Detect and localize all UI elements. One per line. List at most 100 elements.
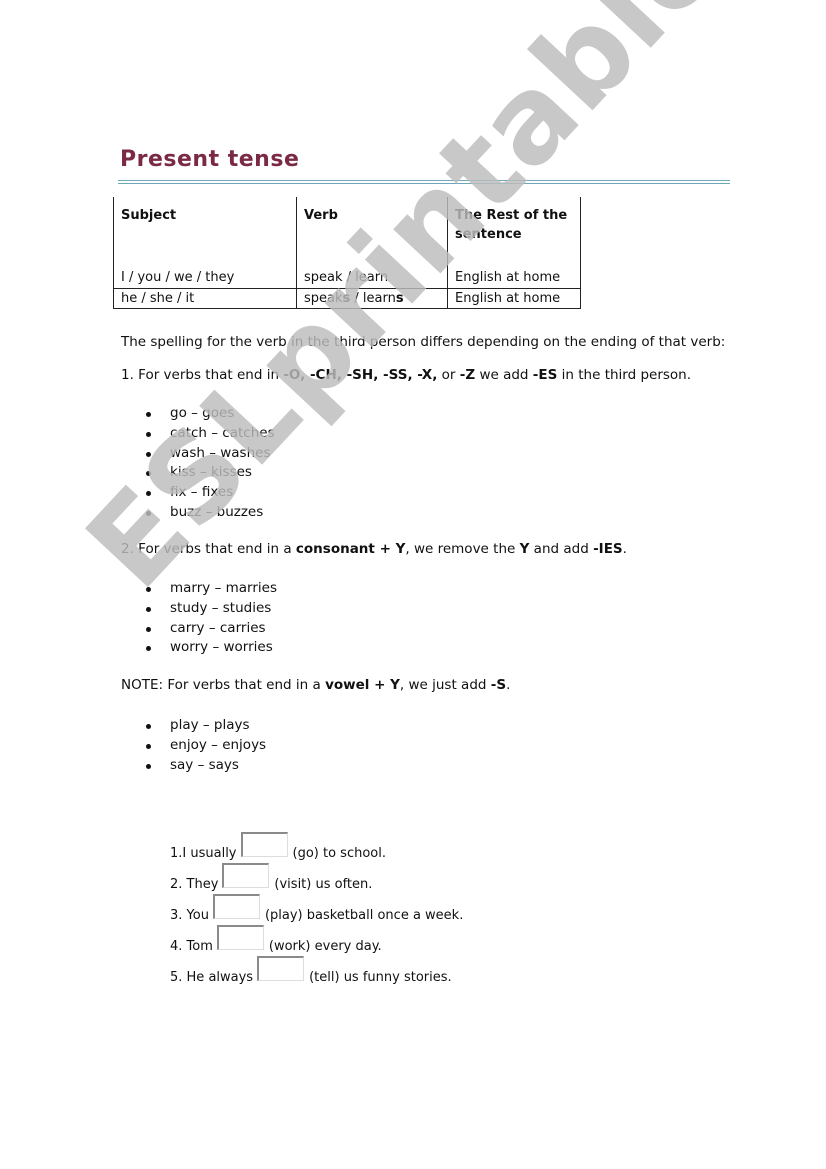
verb-stem: speak — [304, 291, 343, 306]
worksheet-page: Present tense Subject Verb The Rest of t… — [0, 0, 826, 1169]
answer-input[interactable] — [240, 832, 288, 857]
cell-rest: English at home — [447, 268, 581, 289]
list-item: carry – carries — [144, 619, 277, 639]
rule-text: or — [437, 367, 460, 383]
answer-input[interactable] — [216, 925, 264, 950]
cell-subject: I / you / we / they — [113, 268, 297, 289]
list-item: study – studies — [144, 599, 277, 619]
list-item: catch – catches — [144, 424, 275, 444]
list-item: buzz – buzzes — [144, 503, 275, 523]
rule-text: . — [622, 541, 627, 557]
list-item: kiss – kisses — [144, 463, 275, 483]
exercise-hint: (play) basketball once a week. — [264, 908, 464, 923]
exercise-item: 2. They (visit) us often. — [170, 863, 373, 892]
rule-endings: -Z — [459, 367, 476, 383]
header-subject: Subject — [113, 197, 297, 268]
example-text: marry – marries — [170, 580, 277, 596]
example-text: carry – carries — [170, 619, 266, 636]
example-text: enjoy – enjoys — [170, 736, 267, 753]
example-text: fix – fixes — [170, 484, 234, 501]
bullet-icon — [146, 471, 151, 477]
example-text: go – goes — [170, 405, 235, 421]
header-verb: Verb — [296, 197, 448, 268]
note: NOTE: For verbs that end in a vowel + Y,… — [121, 677, 510, 693]
rule-2: 2. For verbs that end in a consonant + Y… — [121, 541, 627, 557]
rule-suffix: -S — [490, 677, 507, 693]
rule-letter: Y — [519, 541, 530, 557]
rule-condition: consonant + Y — [295, 541, 406, 557]
example-text: buzz – buzzes — [170, 503, 264, 520]
cell-subject: he / she / it — [113, 288, 297, 309]
note-examples: play – plays enjoy – enjoys say – says — [144, 716, 266, 775]
list-item: say – says — [144, 756, 266, 776]
exercise-prompt: 3. You — [170, 908, 209, 923]
table-header-row: Subject Verb The Rest of the sentence — [113, 197, 581, 268]
bullet-icon — [146, 606, 151, 612]
list-item: worry – worries — [144, 638, 277, 658]
bullet-icon — [146, 451, 151, 457]
exercise-item: 5. He always (tell) us funny stories. — [170, 956, 452, 985]
exercise-prompt: 5. He always — [170, 970, 254, 985]
list-item: enjoy – enjoys — [144, 736, 266, 756]
rule-text: For verbs that end in a — [163, 677, 326, 693]
rule-condition: vowel + Y — [325, 677, 400, 693]
page-title: Present tense — [120, 147, 300, 172]
exercise-hint: (work) every day. — [268, 939, 382, 954]
table-row: he / she / it speaks / learns English at… — [113, 288, 581, 309]
example-text: kiss – kisses — [170, 464, 252, 481]
rule-text: . — [506, 677, 511, 693]
example-text: wash – washes — [170, 444, 271, 461]
rule-suffix: -IES — [593, 541, 623, 557]
rule-2-examples: marry – marries study – studies carry – … — [144, 579, 277, 658]
example-text: catch – catches — [170, 424, 275, 441]
list-item: play – plays — [144, 716, 266, 736]
rule-suffix: -ES — [532, 367, 558, 383]
list-item: wash – washes — [144, 444, 275, 464]
example-text: study – studies — [170, 599, 272, 616]
header-rest: The Rest of the sentence — [447, 197, 581, 268]
bullet-icon — [146, 626, 151, 632]
exercise-item: 1.I usually (go) to school. — [170, 832, 386, 861]
worksheet-content: Present tense Subject Verb The Rest of t… — [0, 0, 826, 1169]
rule-text: in the third person. — [557, 367, 692, 383]
example-text: worry – worries — [170, 639, 273, 656]
answer-input[interactable] — [212, 894, 260, 919]
exercise-hint: (tell) us funny stories. — [309, 970, 452, 985]
rule-text: we add — [475, 367, 533, 383]
cell-verb: speaks / learns — [296, 288, 448, 309]
exercise-prompt: 4. Tom — [170, 939, 213, 954]
title-underline — [118, 180, 730, 184]
bullet-icon — [146, 724, 151, 729]
verb-stem: / learn — [350, 291, 396, 306]
exercise-item: 4. Tom (work) every day. — [170, 925, 382, 954]
intro-text: The spelling for the verb in the third p… — [121, 334, 726, 350]
rule-text: , we just add — [399, 677, 491, 693]
bullet-icon — [146, 491, 151, 497]
rule-text: and add — [529, 541, 594, 557]
bullet-icon — [146, 743, 151, 749]
cell-verb: speak / learn — [296, 268, 448, 289]
bullet-icon — [146, 431, 151, 437]
bullet-icon — [146, 763, 151, 769]
rule-endings: -O, -CH, -SH, -SS, -X, — [283, 367, 438, 383]
answer-input[interactable] — [257, 956, 305, 981]
exercise-prompt: 1.I usually — [170, 846, 237, 861]
grammar-table: Subject Verb The Rest of the sentence I … — [113, 197, 581, 309]
answer-input[interactable] — [222, 863, 270, 888]
exercise-item: 3. You (play) basketball once a week. — [170, 894, 464, 923]
bullet-icon — [146, 412, 151, 417]
note-label: NOTE: — [121, 677, 164, 693]
list-item: go – goes — [144, 404, 275, 424]
rule-1-examples: go – goes catch – catches wash – washes … — [144, 404, 275, 523]
rule-text: 1. For verbs that end in — [121, 367, 284, 383]
table-row: I / you / we / they speak / learn Englis… — [113, 268, 581, 289]
rule-1: 1. For verbs that end in -O, -CH, -SH, -… — [121, 367, 691, 383]
exercise-prompt: 2. They — [170, 877, 219, 892]
bullet-icon — [146, 510, 151, 516]
list-item: marry – marries — [144, 579, 277, 599]
example-text: say – says — [170, 756, 239, 773]
exercise-hint: (visit) us often. — [274, 877, 373, 892]
exercise-hint: (go) to school. — [292, 846, 386, 861]
bullet-icon — [146, 646, 151, 652]
list-item: fix – fixes — [144, 483, 275, 503]
